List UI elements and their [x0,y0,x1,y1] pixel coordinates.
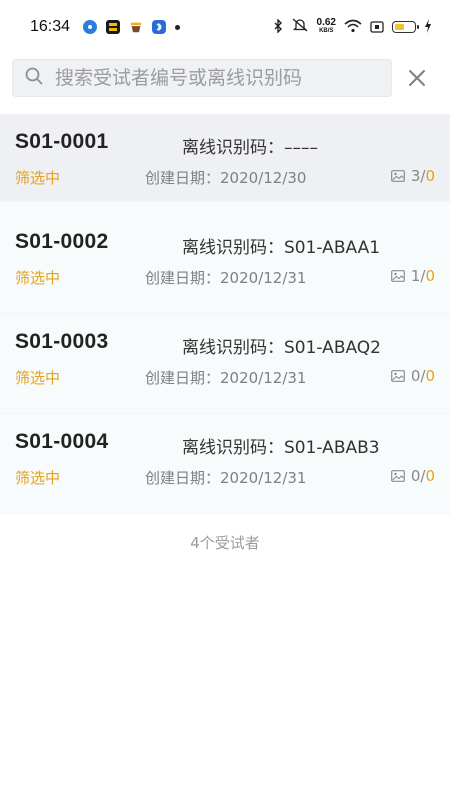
photo-count: 3/0 [390,167,435,185]
subject-row[interactable]: S01-0002 离线识别码：S01-ABAA1 筛选中 创建日期：2020/1… [0,202,450,314]
subject-row[interactable]: S01-0004 离线识别码：S01-ABAB3 筛选中 创建日期：2020/1… [0,414,450,514]
subject-id: S01-0001 [15,130,109,153]
battery-level [395,24,404,30]
photo-count-pending: 0 [425,367,435,385]
offline-code: 离线识别码：–––– [182,133,318,158]
image-icon [390,370,405,382]
battery-icon [392,21,419,33]
offline-code-label: 离线识别码： [182,338,284,358]
offline-code-value: S01-ABAQ2 [284,338,382,358]
close-icon [409,70,425,86]
image-icon [390,470,405,482]
image-icon [390,270,405,282]
so-app-icon [106,20,121,34]
mute-bell-icon [291,17,309,37]
network-speed-unit: KB/S [319,28,334,34]
status-badge: 筛选中 [15,369,61,387]
subject-count: 4个受试者 [190,534,260,552]
close-button[interactable] [406,67,428,89]
photo-count: 0/0 [390,467,435,485]
wifi-icon [344,18,362,37]
status-badge: 筛选中 [15,169,61,187]
photo-count-pending: 0 [425,467,435,485]
subject-row[interactable]: S01-0001 离线识别码：–––– 筛选中 创建日期：2020/12/30 … [0,114,450,202]
created-date-value: 2020/12/30 [220,169,307,187]
status-left: 16:34 [30,18,181,36]
search-icon [25,67,43,89]
bluetooth-icon [273,17,283,37]
photo-count: 1/0 [390,267,435,285]
subject-list: S01-0001 离线识别码：–––– 筛选中 创建日期：2020/12/30 … [0,114,450,514]
cup-app-icon [129,20,143,34]
created-date-value: 2020/12/31 [220,469,307,487]
subject-id: S01-0003 [15,330,109,353]
created-date-label: 创建日期： [145,269,221,287]
created-date: 创建日期：2020/12/31 [145,267,306,288]
offline-code-label: 离线识别码： [182,138,284,158]
photo-count-pending: 0 [425,167,435,185]
status-badge: 筛选中 [15,269,61,287]
image-icon [390,170,405,182]
status-right: 0.62 KB/S [273,17,432,37]
offline-code-label: 离线识别码： [182,238,284,258]
subject-row[interactable]: S01-0003 离线识别码：S01-ABAQ2 筛选中 创建日期：2020/1… [0,314,450,414]
search-input[interactable] [53,66,377,90]
created-date-label: 创建日期： [145,469,221,487]
notification-dot [175,24,181,30]
offline-code: 离线识别码：S01-ABAA1 [182,233,380,258]
charging-icon [424,18,432,37]
bluetooth-app-icon [152,20,167,34]
sim-icon [370,18,384,37]
subject-id: S01-0002 [15,230,109,253]
offline-code-value: –––– [284,138,318,158]
offline-code: 离线识别码：S01-ABAB3 [182,433,380,458]
photo-count-done: 3 [410,167,421,185]
photo-count-done: 0 [410,367,421,385]
offline-code-label: 离线识别码： [182,438,284,458]
status-bar: 16:34 0.62 KB/S [0,0,450,54]
photo-count-done: 1 [410,267,421,285]
network-speed: 0.62 KB/S [317,18,336,36]
circle-app-icon [83,20,98,34]
photo-count: 0/0 [390,367,435,385]
network-speed-value: 0.62 [316,17,336,28]
offline-code-value: S01-ABAB3 [284,438,380,458]
created-date: 创建日期：2020/12/31 [145,467,306,488]
photo-count-done: 0 [410,467,421,485]
created-date: 创建日期：2020/12/30 [145,167,306,188]
offline-code-value: S01-ABAA1 [284,238,381,258]
photo-count-pending: 0 [425,267,435,285]
created-date: 创建日期：2020/12/31 [145,367,306,388]
subject-id: S01-0004 [15,430,109,453]
created-date-value: 2020/12/31 [220,369,307,387]
created-date-label: 创建日期： [145,369,221,387]
status-badge: 筛选中 [15,469,61,487]
created-date-label: 创建日期： [145,169,221,187]
status-time: 16:34 [30,18,71,35]
offline-code: 离线识别码：S01-ABAQ2 [182,333,381,358]
created-date-value: 2020/12/31 [220,269,307,287]
search-box[interactable] [12,59,392,97]
search-row [12,58,438,98]
